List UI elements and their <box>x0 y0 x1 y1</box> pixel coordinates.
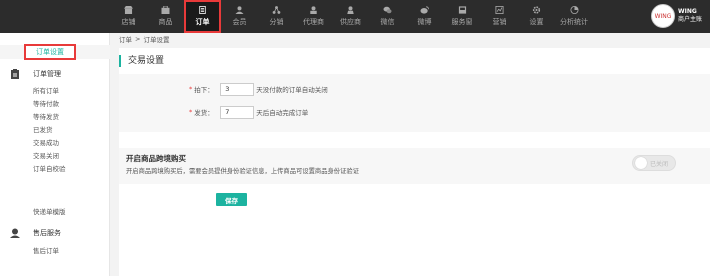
weibo-icon <box>420 6 429 14</box>
nav-distribution[interactable]: 分销 <box>258 0 295 33</box>
avatar-text: WING <box>654 12 672 20</box>
sidebar-section-aftersale-head[interactable]: 售后服务 <box>0 226 110 240</box>
sidebar-item-shipped[interactable]: 已发货 <box>0 124 110 137</box>
sidebar-section-order-head[interactable]: 订单管理 <box>0 67 110 81</box>
main-panel: 交易设置 * 拍下： 天没付款的订单自动关闭 * 发货： 天后自动完成订单 开启… <box>119 48 710 276</box>
auto-complete-days-input[interactable] <box>220 105 255 119</box>
section-title: 交易设置 <box>119 55 164 67</box>
nav-member[interactable]: 会员 <box>221 0 258 33</box>
logo-area <box>0 0 110 33</box>
analytics-icon <box>570 6 578 14</box>
sidebar-item-aftersale-orders[interactable]: 售后订单 <box>0 245 110 258</box>
sidebar-item-completed[interactable]: 交易成功 <box>0 137 110 150</box>
nav-label: 供应商 <box>340 18 361 26</box>
nav-label: 微博 <box>417 18 432 26</box>
save-button[interactable]: 保存 <box>216 193 247 206</box>
nav-label: 代理商 <box>303 18 324 26</box>
nav-wechat[interactable]: 微信 <box>369 0 406 33</box>
customer-service-icon <box>10 228 20 238</box>
goods-icon <box>161 6 170 14</box>
service-window-icon <box>458 6 466 14</box>
sidebar-item-order-verify[interactable]: 订单自校验 <box>0 163 110 176</box>
nav-label: 店铺 <box>121 18 136 26</box>
nav-analytics[interactable]: 分析统计 <box>555 0 593 33</box>
nav-label: 商品 <box>158 18 173 26</box>
nav-label: 微信 <box>380 18 395 26</box>
nav-service-window[interactable]: 服务窗 <box>443 0 481 33</box>
breadcrumb-separator: > <box>135 35 141 43</box>
main-nav: 店铺 商品 订单 会员 分销 代理商 供应商 微信 微博 服务窗 营销 设置 分… <box>110 0 593 33</box>
user-menu[interactable]: WING WING 商户主账 <box>650 4 702 28</box>
nav-label: 服务窗 <box>451 18 473 26</box>
breadcrumb-current: 订单设置 <box>143 36 170 44</box>
nav-label: 订单 <box>195 18 210 26</box>
member-icon <box>235 6 244 14</box>
nav-store[interactable]: 店铺 <box>110 0 147 33</box>
wechat-icon <box>383 6 392 14</box>
sidebar-section-title: 售后服务 <box>33 229 61 237</box>
auto-close-days-input[interactable] <box>220 82 255 96</box>
sidebar-item-express-template[interactable]: 快递单模版 <box>0 206 110 219</box>
sidebar-item-label: 订单设置 <box>36 48 64 56</box>
required-mark: * <box>189 85 193 93</box>
auto-complete-suffix: 天后自动完成订单 <box>256 109 309 117</box>
nav-label: 设置 <box>529 18 544 26</box>
breadcrumb-root[interactable]: 订单 <box>119 34 132 44</box>
nav-label: 营销 <box>492 18 507 26</box>
sidebar-item-order-settings[interactable]: 订单设置 <box>24 44 76 60</box>
nav-supplier[interactable]: 供应商 <box>332 0 369 33</box>
cross-border-description: 开启商品跨境购买后，需要会员提供身份验证信息，上传商品可设置商品身份证验证 <box>126 168 359 175</box>
store-icon <box>124 6 133 14</box>
nav-label: 分析统计 <box>560 18 588 26</box>
toggle-label: 已关闭 <box>650 161 669 168</box>
nav-goods[interactable]: 商品 <box>147 0 184 33</box>
nav-agent[interactable]: 代理商 <box>295 0 332 33</box>
auto-close-label: 拍下： <box>194 86 214 94</box>
agent-icon <box>310 6 317 14</box>
distribution-icon <box>272 6 281 14</box>
user-name: WING <box>677 8 697 15</box>
auto-complete-label: 发货： <box>194 109 214 117</box>
avatar[interactable]: WING <box>650 4 675 28</box>
cross-border-title: 开启商品跨境购买 <box>126 154 186 163</box>
required-mark: * <box>189 108 193 116</box>
sidebar-section-aftersale: 售后服务 售后订单 <box>0 226 110 258</box>
top-navigation-bar: 店铺 商品 订单 会员 分销 代理商 供应商 微信 微博 服务窗 营销 设置 分… <box>0 0 710 33</box>
user-info: WING 商户主账 <box>678 8 702 24</box>
trade-settings-form: * 拍下： 天没付款的订单自动关闭 * 发货： 天后自动完成订单 <box>119 74 710 132</box>
supplier-icon <box>347 6 354 14</box>
nav-settings[interactable]: 设置 <box>518 0 555 33</box>
breadcrumb: 订单 > 订单设置 <box>119 33 172 45</box>
auto-close-row: * 拍下： 天没付款的订单自动关闭 <box>119 82 328 96</box>
nav-weibo[interactable]: 微博 <box>406 0 443 33</box>
marketing-icon <box>495 6 504 14</box>
sidebar-section-title: 订单管理 <box>33 70 61 78</box>
nav-label: 分销 <box>269 18 284 26</box>
sidebar-item-closed[interactable]: 交易关闭 <box>0 150 110 163</box>
auto-close-suffix: 天没付款的订单自动关闭 <box>256 86 328 94</box>
cross-border-toggle[interactable]: 已关闭 <box>632 155 676 171</box>
settings-icon <box>532 6 541 14</box>
sidebar-item-awaiting-payment[interactable]: 等待付款 <box>0 98 110 111</box>
user-role: 商户主账 <box>677 16 702 23</box>
sidebar-express-template: 快递单模版 <box>0 206 110 219</box>
toggle-knob <box>635 157 647 169</box>
sidebar-item-all-orders[interactable]: 所有订单 <box>0 85 110 98</box>
sidebar-item-awaiting-shipment[interactable]: 等待发货 <box>0 111 110 124</box>
sidebar: 订单设置 订单管理 所有订单 等待付款 等待发货 已发货 交易成功 交易关闭 订… <box>0 33 110 276</box>
nav-marketing[interactable]: 营销 <box>481 0 518 33</box>
nav-order[interactable]: 订单 <box>184 0 221 33</box>
auto-complete-row: * 发货： 天后自动完成订单 <box>119 105 308 119</box>
cross-border-section: 开启商品跨境购买 开启商品跨境购买后，需要会员提供身份验证信息，上传商品可设置商… <box>119 148 710 184</box>
sidebar-section-order: 订单管理 所有订单 等待付款 等待发货 已发货 交易成功 交易关闭 订单自校验 <box>0 67 110 176</box>
order-icon <box>199 6 206 14</box>
clipboard-icon <box>11 69 19 79</box>
nav-label: 会员 <box>232 18 247 26</box>
